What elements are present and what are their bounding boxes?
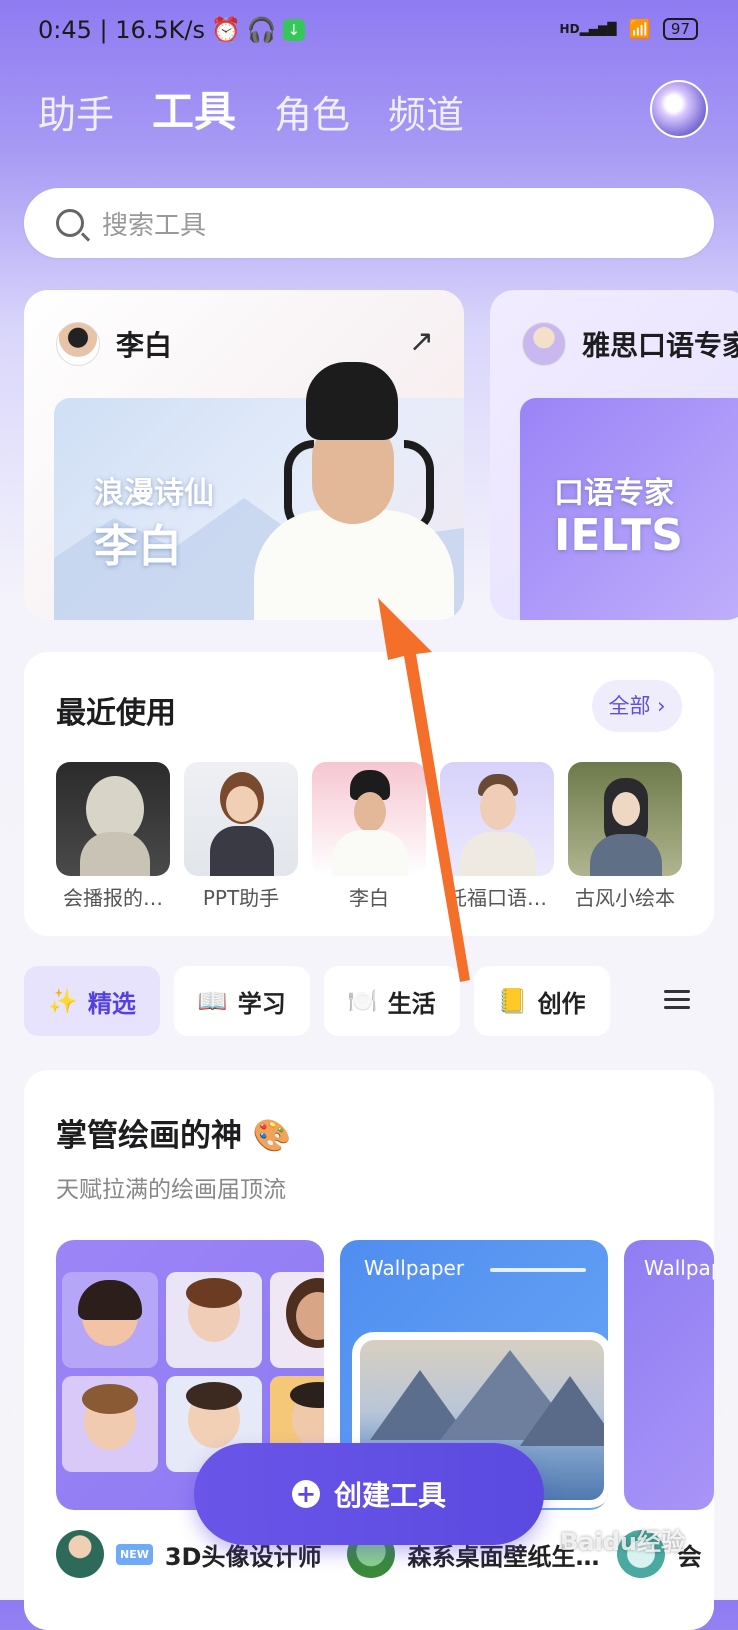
create-tool-button[interactable]: + 创建工具: [194, 1443, 544, 1545]
banner-title: 李白: [94, 521, 182, 572]
featured-card-title: 雅思口语专家: [582, 329, 738, 362]
signal-icon: HD▂▄▆█: [559, 22, 617, 36]
recent-section: 最近使用 全部 › 会播报的… PPT助手 李白 托福口语… 古风小绘本: [24, 652, 714, 936]
watermark: Baidu经验: [560, 1528, 685, 1556]
download-icon: ↓: [282, 19, 305, 41]
featured-card-libai[interactable]: 李白 ↗ 浪漫诗仙 李白: [24, 290, 464, 620]
tab-tools[interactable]: 工具: [152, 78, 236, 139]
tab-channels[interactable]: 频道: [388, 84, 464, 139]
recent-item[interactable]: 会播报的…: [56, 762, 170, 911]
view-all-button[interactable]: 全部 ›: [592, 680, 682, 732]
category-chip-study[interactable]: 📖 学习: [173, 966, 310, 1036]
alarm-icon: ⏰: [211, 16, 241, 44]
recent-item[interactable]: 李白: [312, 762, 426, 911]
book-icon: 📖: [197, 987, 228, 1015]
divider: [490, 1268, 586, 1272]
recent-list: 会播报的… PPT助手 李白 托福口语… 古风小绘本: [56, 762, 682, 911]
statue-thumbnail: [56, 762, 170, 876]
recent-item[interactable]: 古风小绘本: [568, 762, 682, 911]
recent-title: 最近使用: [56, 696, 176, 731]
category-chip-create[interactable]: 📒 创作: [473, 966, 610, 1036]
new-badge: NEW: [116, 1543, 153, 1565]
banner-subtitle: 口语专家: [554, 476, 674, 511]
plus-icon: +: [291, 1480, 320, 1508]
recent-item[interactable]: 托福口语…: [440, 762, 554, 911]
section-subtitle: 天赋拉满的绘画届顶流: [56, 1177, 286, 1203]
wallpaper-label: Wallpap: [644, 1256, 714, 1280]
notebook-icon: 📒: [497, 987, 528, 1015]
libai-thumbnail: [312, 762, 426, 876]
banner-subtitle: 浪漫诗仙: [94, 476, 214, 511]
menu-icon[interactable]: [664, 990, 690, 1010]
ancient-picturebook-thumbnail: [568, 762, 682, 876]
user-avatar[interactable]: [650, 80, 708, 138]
category-chip-featured[interactable]: ✨ 精选: [24, 966, 160, 1036]
dining-icon: 🍽️: [347, 987, 378, 1015]
tool-card-wallpaper-2[interactable]: Wallpap: [624, 1240, 714, 1510]
banner-title: IELTS: [554, 510, 683, 561]
avatar: [56, 322, 100, 366]
avatar: [56, 1530, 104, 1578]
battery-icon: 97: [662, 18, 698, 40]
avatar: [522, 322, 566, 366]
search-input[interactable]: 搜索工具: [102, 205, 206, 242]
status-time: 0:45 | 16.5K/s: [38, 16, 206, 44]
tab-roles[interactable]: 角色: [274, 84, 350, 139]
section-title: 掌管绘画的神 🎨: [56, 1118, 292, 1154]
featured-card-header: 李白: [56, 322, 172, 366]
featured-card-header: 雅思口语专家: [522, 322, 738, 366]
wifi-icon: 📶: [628, 18, 651, 40]
status-bar-left: 0:45 | 16.5K/s ⏰ 🎧 ↓: [38, 16, 305, 44]
recent-item[interactable]: PPT助手: [184, 762, 298, 911]
top-tabs: 助手 工具 角色 频道: [38, 78, 464, 139]
search-bar[interactable]: 搜索工具: [24, 188, 714, 258]
sparkles-icon: ✨: [48, 987, 78, 1015]
category-chip-life[interactable]: 🍽️ 生活: [323, 966, 460, 1036]
toefl-thumbnail: [440, 762, 554, 876]
status-bar-right: HD▂▄▆█ 📶 97: [560, 18, 698, 40]
category-chips: ✨ 精选 📖 学习 🍽️ 生活 📒 创作: [24, 966, 610, 1036]
tab-assistant[interactable]: 助手: [38, 84, 114, 139]
headphone-icon: 🎧: [246, 16, 277, 44]
create-tool-label: 创建工具: [333, 1479, 446, 1512]
avatar-grid: [62, 1272, 324, 1472]
featured-card-title: 李白: [116, 329, 173, 362]
search-icon: [56, 209, 84, 237]
wallpaper-label: Wallpaper: [364, 1256, 465, 1280]
external-arrow-icon[interactable]: ↗: [409, 324, 434, 359]
featured-banner: 口语专家 IELTS: [520, 398, 738, 620]
ppt-assistant-thumbnail: [184, 762, 298, 876]
libai-portrait: [254, 362, 454, 620]
featured-card-ielts[interactable]: 雅思口语专家 口语专家 IELTS: [490, 290, 738, 620]
